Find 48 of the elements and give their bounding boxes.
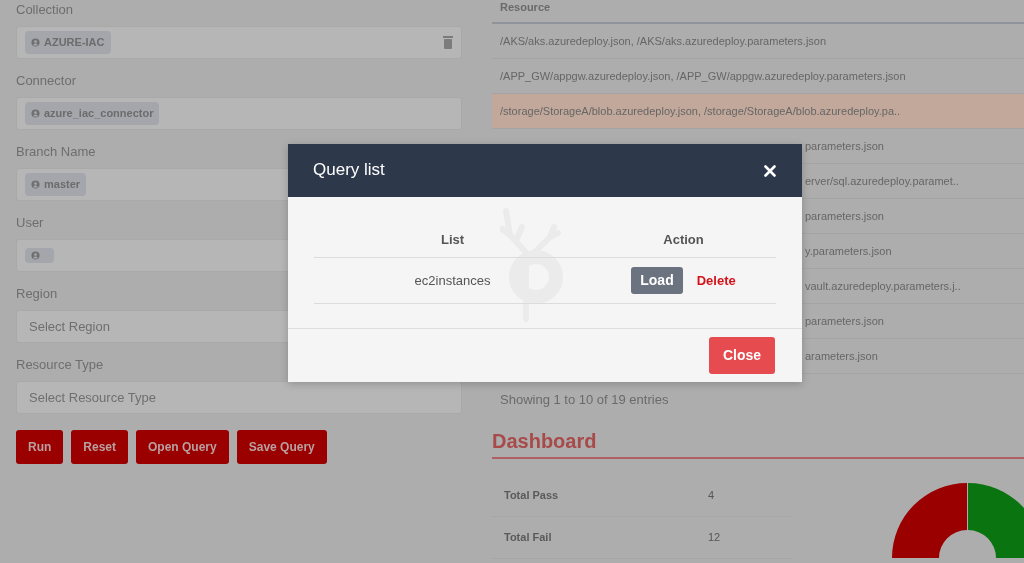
stat-value: 12: [708, 530, 721, 546]
stat-label: Total Fail: [503, 530, 553, 546]
selected-chip[interactable]: [25, 248, 54, 263]
user-icon: [31, 251, 40, 260]
stat-label: Total Pass: [503, 488, 560, 504]
close-button[interactable]: Close: [708, 337, 775, 374]
delete-link[interactable]: Delete: [696, 270, 736, 291]
field-label: User: [16, 214, 45, 232]
table-cell-text: /storage/StorageA/blob.azuredeploy.json, /storage/StorageA/blob.azuredeploy.pa..: [500, 103, 901, 119]
placeholder-text: Select Region: [28, 317, 110, 336]
user-icon: [31, 109, 40, 118]
field-label: Collection: [16, 1, 75, 19]
table-cell-text: parameters.json: [805, 313, 884, 329]
field-label: Connector: [16, 72, 77, 90]
table-cell-text: /AKS/aks.azuredeploy.json, /AKS/aks.azuredeploy.parameters.json: [500, 33, 827, 49]
field-label: Resource Type: [16, 356, 105, 374]
selected-chip[interactable]: AZURE-IAC: [25, 31, 111, 54]
selected-chip[interactable]: azure_iac_connector: [25, 102, 160, 125]
action-button[interactable]: Reset: [71, 430, 128, 464]
action-button[interactable]: Run: [16, 430, 64, 464]
table-cell-text: parameters.json: [805, 208, 884, 224]
field-label: Branch Name: [16, 143, 97, 161]
action-button[interactable]: Open Query: [136, 430, 229, 464]
table-cell-text: erver/sql.azuredeploy.paramet..: [805, 173, 959, 189]
table-cell-text: parameters.json: [805, 138, 884, 154]
column-header: List: [439, 231, 466, 250]
select-field[interactable]: azure_iac_connector: [16, 97, 462, 130]
load-button[interactable]: Load: [631, 267, 683, 294]
selected-chip[interactable]: master: [25, 173, 87, 196]
trash-icon[interactable]: [443, 36, 453, 49]
column-header: Action: [663, 231, 704, 250]
action-button[interactable]: Save Query: [236, 430, 327, 464]
stat-value: 4: [708, 488, 715, 504]
user-icon: [31, 180, 40, 189]
placeholder-text: Select Resource Type: [28, 388, 156, 407]
table-cell-text: ec2instances: [413, 271, 492, 290]
select-field[interactable]: AZURE-IAC: [16, 26, 462, 59]
table-cell-text: y.parameters.json: [805, 243, 892, 259]
column-header: Resource: [492, 0, 1024, 24]
user-icon: [31, 38, 40, 47]
table-cell-text: vault.azuredeploy.parameters.j..: [805, 278, 961, 294]
table-cell-text: /APP_GW/appgw.azuredeploy.json, /APP_GW/appgw.azuredeploy.parameters.json: [500, 68, 906, 84]
section-title: Dashboard: [492, 430, 597, 452]
close-icon[interactable]: [764, 164, 776, 177]
table-info: Showing 1 to 10 of 19 entries: [500, 392, 669, 407]
table-cell-text: arameters.json: [805, 348, 878, 364]
field-label: Region: [16, 285, 59, 303]
select-field[interactable]: Select Resource Type: [16, 381, 462, 414]
